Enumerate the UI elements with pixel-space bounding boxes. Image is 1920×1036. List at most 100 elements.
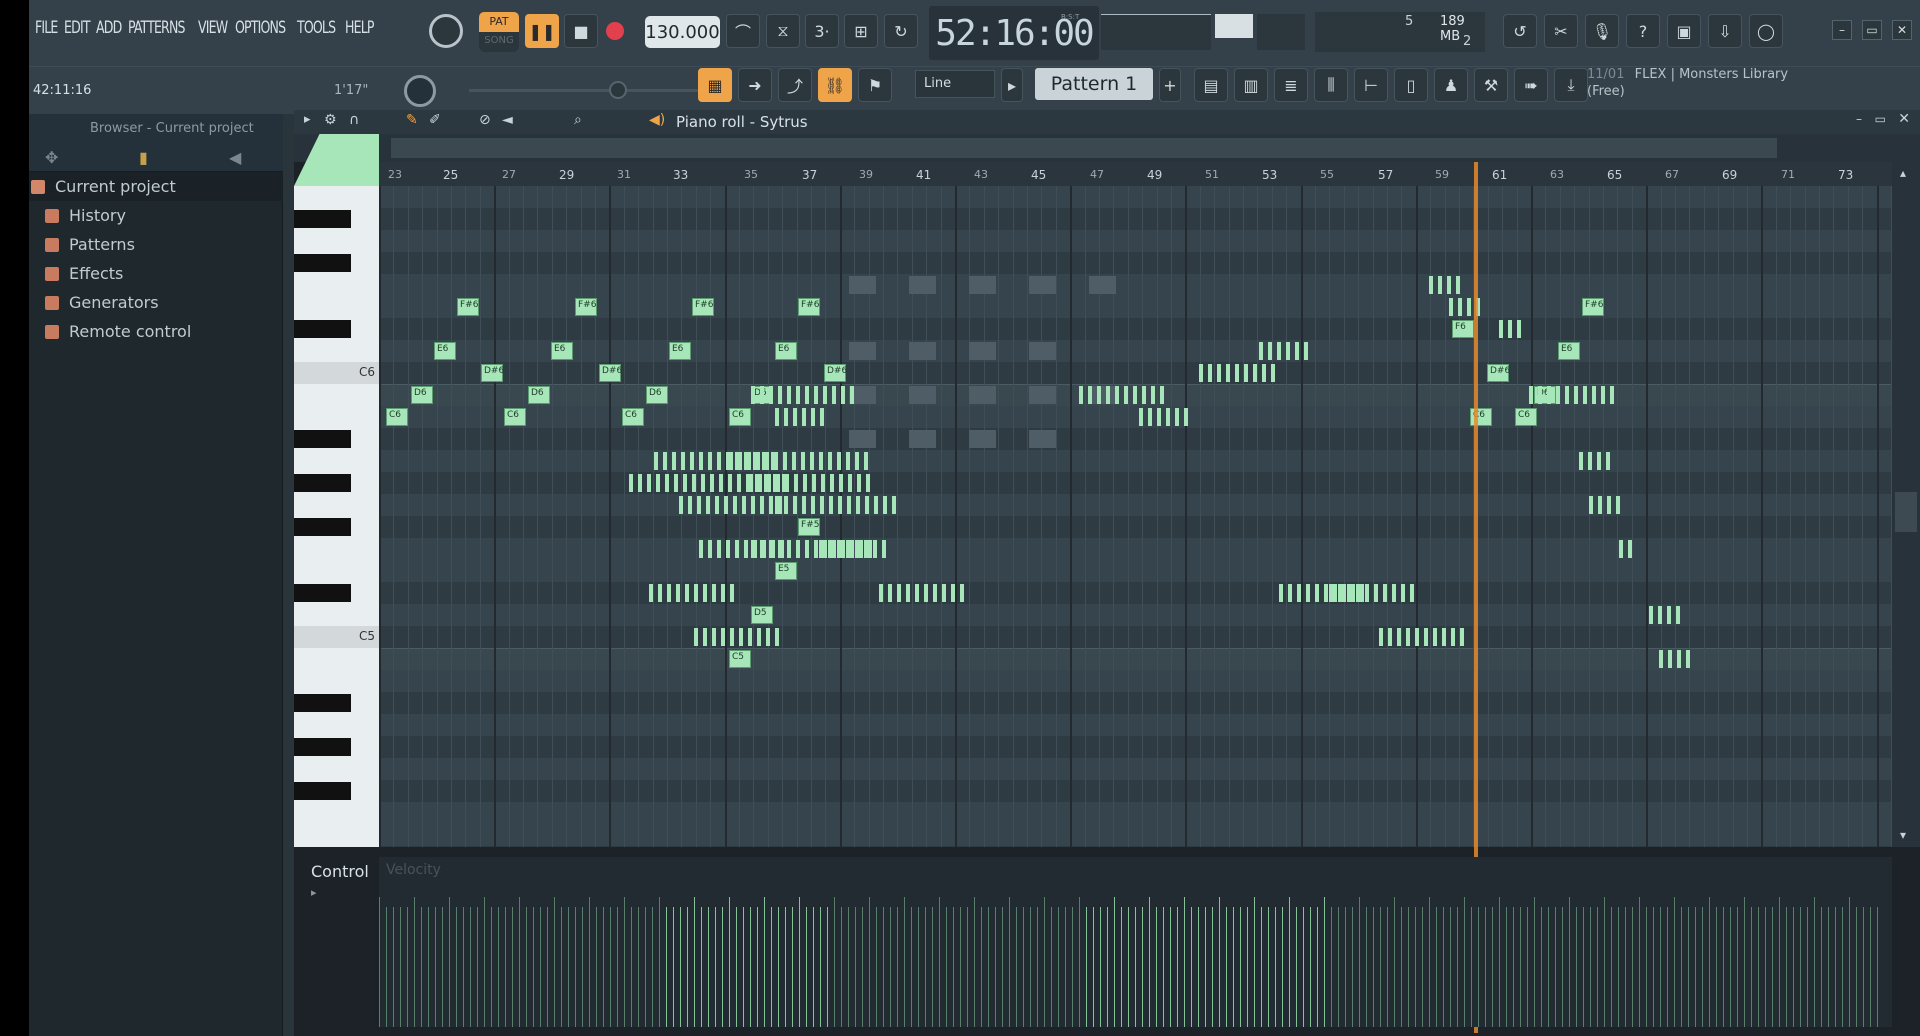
velocity-bar[interactable] xyxy=(1520,907,1521,1027)
brush-icon[interactable]: ✐ xyxy=(429,112,441,128)
velocity-bar[interactable] xyxy=(1485,907,1486,1027)
short-note[interactable] xyxy=(712,584,716,602)
plugin-news-panel[interactable]: 11/01 FLEX | Monsters Library (Free) xyxy=(1587,66,1797,100)
velocity-bar[interactable] xyxy=(1541,907,1542,1027)
velocity-bar[interactable] xyxy=(1219,897,1220,1027)
short-note[interactable] xyxy=(1226,364,1230,382)
pr-maximize-icon[interactable]: ▭ xyxy=(1875,112,1886,126)
velocity-bar[interactable] xyxy=(1450,907,1451,1027)
short-note[interactable] xyxy=(692,474,696,492)
velocity-bar[interactable] xyxy=(855,907,856,1027)
short-note[interactable] xyxy=(699,540,703,558)
velocity-bar[interactable] xyxy=(470,907,471,1027)
short-note[interactable] xyxy=(665,474,669,492)
short-note[interactable] xyxy=(1658,606,1662,624)
short-note[interactable] xyxy=(1649,606,1653,624)
short-note[interactable] xyxy=(674,474,678,492)
short-note[interactable] xyxy=(1333,584,1337,602)
short-note[interactable] xyxy=(1517,320,1521,338)
short-note[interactable] xyxy=(1447,276,1451,294)
cut-icon[interactable]: ✂ xyxy=(1544,14,1578,48)
black-key[interactable] xyxy=(294,210,351,228)
folder-icon[interactable]: ▮ xyxy=(139,148,148,167)
short-note[interactable] xyxy=(1288,584,1292,602)
velocity-bar[interactable] xyxy=(1016,907,1017,1027)
short-note[interactable] xyxy=(719,474,723,492)
velocity-lane[interactable] xyxy=(379,857,1892,1027)
browser-item-patterns[interactable]: Patterns xyxy=(29,230,283,259)
note[interactable]: F#6 xyxy=(798,298,820,316)
short-note[interactable] xyxy=(778,386,782,404)
short-note[interactable] xyxy=(1451,628,1455,646)
velocity-bar[interactable] xyxy=(988,907,989,1027)
short-note[interactable] xyxy=(897,584,901,602)
short-note[interactable] xyxy=(830,474,834,492)
velocity-bar[interactable] xyxy=(407,907,408,1027)
close-icon[interactable]: ✕ xyxy=(1892,20,1912,40)
note[interactable]: E5 xyxy=(775,562,797,580)
velocity-bar[interactable] xyxy=(883,907,884,1027)
velocity-bar[interactable] xyxy=(1121,907,1122,1027)
velocity-bar[interactable] xyxy=(1464,897,1465,1027)
short-note[interactable] xyxy=(802,496,806,514)
short-note[interactable] xyxy=(821,474,825,492)
short-note[interactable] xyxy=(793,408,797,426)
velocity-bar[interactable] xyxy=(897,907,898,1027)
short-note[interactable] xyxy=(667,584,671,602)
short-note[interactable] xyxy=(654,452,658,470)
velocity-bar[interactable] xyxy=(1646,907,1647,1027)
add-pattern-button[interactable]: + xyxy=(1159,68,1181,102)
short-note[interactable] xyxy=(767,474,771,492)
velocity-bar[interactable] xyxy=(1618,907,1619,1027)
piano-roll-button[interactable]: ▦ xyxy=(698,68,732,102)
short-note[interactable] xyxy=(747,452,751,470)
short-note[interactable] xyxy=(1410,584,1414,602)
velocity-bar[interactable] xyxy=(1163,907,1164,1027)
pitch-slider-handle[interactable] xyxy=(609,81,627,99)
velocity-bar[interactable] xyxy=(1065,907,1066,1027)
short-note[interactable] xyxy=(724,496,728,514)
short-note[interactable] xyxy=(1097,386,1101,404)
timeline-overview[interactable] xyxy=(294,134,1920,186)
browser-icon[interactable]: ▯ xyxy=(1394,68,1428,102)
velocity-bar[interactable] xyxy=(1674,897,1675,1027)
velocity-bar[interactable] xyxy=(1429,897,1430,1027)
short-note[interactable] xyxy=(1347,584,1351,602)
short-note[interactable] xyxy=(846,540,850,558)
velocity-bar[interactable] xyxy=(498,907,499,1027)
short-note[interactable] xyxy=(697,496,701,514)
black-key[interactable] xyxy=(294,254,351,272)
menu-add[interactable]: ADD xyxy=(96,18,122,38)
short-note[interactable] xyxy=(1677,650,1681,668)
undo-icon[interactable]: ↺ xyxy=(1503,14,1537,48)
short-note[interactable] xyxy=(717,540,721,558)
velocity-bar[interactable] xyxy=(1807,907,1808,1027)
short-note[interactable] xyxy=(864,452,868,470)
short-note[interactable] xyxy=(924,584,928,602)
short-note[interactable] xyxy=(951,584,955,602)
short-note[interactable] xyxy=(866,474,870,492)
velocity-bar[interactable] xyxy=(736,907,737,1027)
short-note[interactable] xyxy=(708,540,712,558)
short-note[interactable] xyxy=(1374,584,1378,602)
slide-button[interactable]: ⤴ xyxy=(778,68,812,102)
short-note[interactable] xyxy=(699,452,703,470)
velocity-bar[interactable] xyxy=(1191,907,1192,1027)
short-note[interactable] xyxy=(1610,386,1614,404)
piano-keyboard[interactable]: C6 C5 xyxy=(294,186,379,847)
main-volume-knob[interactable] xyxy=(404,75,436,107)
velocity-bar[interactable] xyxy=(1051,907,1052,1027)
black-key[interactable] xyxy=(294,474,351,492)
velocity-bar[interactable] xyxy=(967,907,968,1027)
velocity-bar[interactable] xyxy=(1744,897,1745,1027)
short-note[interactable] xyxy=(1529,386,1533,404)
velocity-bar[interactable] xyxy=(1359,897,1360,1027)
short-note[interactable] xyxy=(796,386,800,404)
velocity-bar[interactable] xyxy=(806,907,807,1027)
short-note[interactable] xyxy=(737,474,741,492)
short-note[interactable] xyxy=(847,496,851,514)
velocity-bar[interactable] xyxy=(1716,907,1717,1027)
note[interactable]: C6 xyxy=(504,408,526,426)
browser-item-remote-control[interactable]: Remote control xyxy=(29,317,283,346)
delete-icon[interactable]: ⊘ xyxy=(479,112,491,128)
